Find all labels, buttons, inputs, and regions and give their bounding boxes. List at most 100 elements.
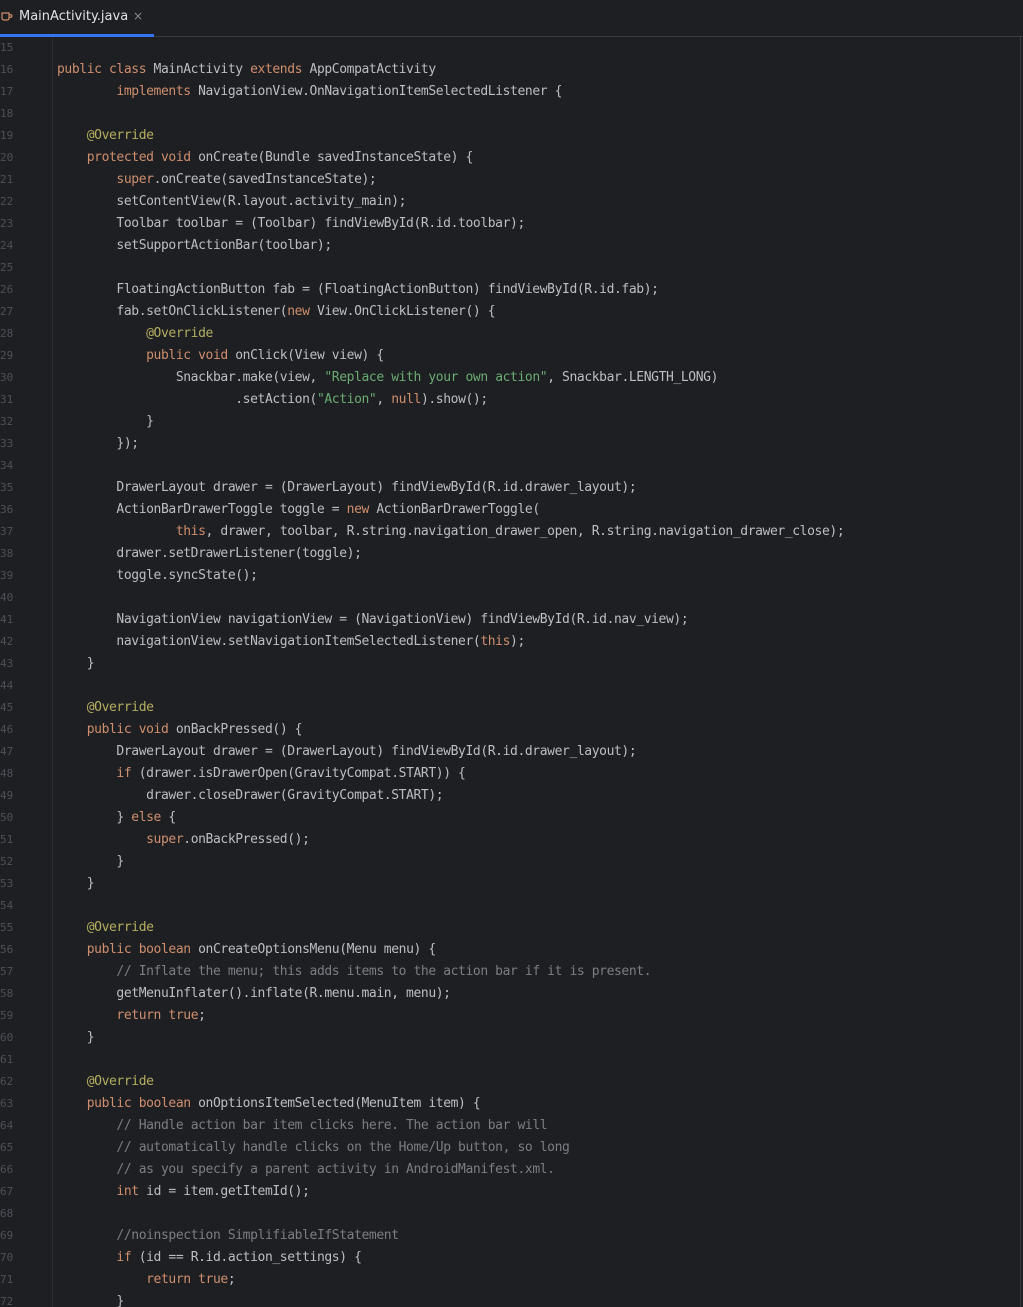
code-token: toggle.syncState(); (57, 568, 258, 583)
editor-tab-bar: MainActivity.java × (0, 0, 1023, 37)
java-coffee-cup-icon (1, 12, 13, 21)
code-token: if (116, 1250, 139, 1265)
code-line[interactable]: 48 if (drawer.isDrawerOpen(GravityCompat… (0, 763, 1019, 785)
code-token: , Snackbar.LENGTH_LONG) (547, 370, 719, 385)
code-line[interactable]: 54 (0, 895, 1019, 917)
code-line[interactable]: 25 (0, 257, 1019, 279)
close-icon[interactable]: × (132, 9, 144, 23)
code-line[interactable]: 33 }); (0, 433, 1019, 455)
code-line[interactable]: 24 setSupportActionBar(toolbar); (0, 235, 1019, 257)
code-token: getMenuInflater().inflate(R.menu.main, m… (57, 986, 451, 1001)
line-number: 34 (0, 459, 14, 472)
code-token: DrawerLayout drawer = (DrawerLayout) fin… (57, 744, 637, 759)
code-token: @Override (86, 700, 154, 715)
code-line[interactable]: 63 public boolean onOptionsItemSelected(… (0, 1093, 1019, 1115)
code-line[interactable]: 69 //noinspection SimplifiableIfStatemen… (0, 1225, 1019, 1247)
code-token: ; (227, 1272, 236, 1287)
code-line[interactable]: 51 super.onBackPressed(); (0, 829, 1019, 851)
line-number: 22 (0, 195, 14, 208)
code-token: super (146, 832, 184, 847)
code-line[interactable]: 67 int id = item.getItemId(); (0, 1181, 1019, 1203)
code-token: ).show(); (420, 392, 488, 407)
code-line[interactable]: 43 } (0, 653, 1019, 675)
code-text: } (57, 653, 95, 675)
code-line[interactable]: 61 (0, 1049, 1019, 1071)
code-line[interactable]: 56 public boolean onCreateOptionsMenu(Me… (0, 939, 1019, 961)
code-line[interactable]: 41 NavigationView navigationView = (Navi… (0, 609, 1019, 631)
code-token: public void (86, 722, 176, 737)
code-line[interactable]: 31 .setAction("Action", null).show(); (0, 389, 1019, 411)
code-line[interactable]: 34 (0, 455, 1019, 477)
code-line[interactable]: 38 drawer.setDrawerListener(toggle); (0, 543, 1019, 565)
code-line[interactable]: 70 if (id == R.id.action_settings) { (0, 1247, 1019, 1269)
code-text: drawer.setDrawerListener(toggle); (57, 543, 361, 565)
code-text: public class MainActivity extends AppCom… (57, 59, 436, 81)
code-token: @Override (86, 920, 154, 935)
code-line[interactable]: 15 (0, 37, 1019, 59)
code-line[interactable]: 64 // Handle action bar item clicks here… (0, 1115, 1019, 1137)
code-line[interactable]: 17 implements NavigationView.OnNavigatio… (0, 81, 1019, 103)
code-text: public void onBackPressed() { (57, 719, 303, 741)
code-token: onCreateOptionsMenu(Menu menu) { (198, 942, 436, 957)
code-token: //noinspection SimplifiableIfStatement (116, 1228, 399, 1243)
code-line[interactable]: 42 navigationView.setNavigationItemSelec… (0, 631, 1019, 653)
code-line[interactable]: 60 } (0, 1027, 1019, 1049)
code-line[interactable]: 35 DrawerLayout drawer = (DrawerLayout) … (0, 477, 1019, 499)
tab-main-activity-java[interactable]: MainActivity.java × (0, 0, 154, 37)
code-token: ; (198, 1008, 206, 1023)
code-line[interactable]: 36 ActionBarDrawerToggle toggle = new Ac… (0, 499, 1019, 521)
code-text: @Override (57, 323, 213, 345)
code-line[interactable]: 26 FloatingActionButton fab = (FloatingA… (0, 279, 1019, 301)
code-line[interactable]: 58 getMenuInflater().inflate(R.menu.main… (0, 983, 1019, 1005)
line-number: 53 (0, 877, 14, 890)
code-line[interactable]: 52 } (0, 851, 1019, 873)
code-line[interactable]: 46 public void onBackPressed() { (0, 719, 1019, 741)
code-line[interactable]: 22 setContentView(R.layout.activity_main… (0, 191, 1019, 213)
code-line[interactable]: 23 Toolbar toolbar = (Toolbar) findViewB… (0, 213, 1019, 235)
code-line[interactable]: 18 (0, 103, 1019, 125)
code-token: , drawer, toolbar, R.string.navigation_d… (205, 524, 845, 539)
code-editor[interactable]: 15 16 public class MainActivity extends Ap… (0, 37, 1023, 1307)
code-text: setContentView(R.layout.activity_main); (57, 191, 406, 213)
code-token: this (480, 634, 511, 649)
code-line[interactable]: 40 (0, 587, 1019, 609)
code-line[interactable]: 45 @Override (0, 697, 1019, 719)
code-line[interactable]: 50 } else { (0, 807, 1019, 829)
code-line[interactable]: 16 public class MainActivity extends AppC… (0, 59, 1019, 81)
code-line[interactable]: 62 @Override (0, 1071, 1019, 1093)
code-line[interactable]: 71 return true; (0, 1269, 1019, 1291)
code-token: "Action" (316, 392, 377, 407)
code-line[interactable]: 65 // automatically handle clicks on the… (0, 1137, 1019, 1159)
code-line[interactable]: 30 Snackbar.make(view, "Replace with you… (0, 367, 1019, 389)
code-line[interactable]: 72 } (0, 1291, 1019, 1307)
code-line[interactable]: 32 } (0, 411, 1019, 433)
line-number: 59 (0, 1009, 14, 1022)
code-line[interactable]: 59 return true; (0, 1005, 1019, 1027)
code-token: onBackPressed() { (175, 722, 303, 737)
code-line[interactable]: 49 drawer.closeDrawer(GravityCompat.STAR… (0, 785, 1019, 807)
code-text: public void onClick(View view) { (57, 345, 384, 367)
code-line[interactable]: 68 (0, 1203, 1019, 1225)
code-line[interactable]: 20 protected void onCreate(Bundle savedI… (0, 147, 1019, 169)
code-token: public boolean (86, 942, 199, 957)
code-line[interactable]: 27 fab.setOnClickListener(new View.OnCli… (0, 301, 1019, 323)
code-line[interactable]: 66 // as you specify a parent activity i… (0, 1159, 1019, 1181)
code-line[interactable]: 47 DrawerLayout drawer = (DrawerLayout) … (0, 741, 1019, 763)
code-line[interactable]: 29 public void onClick(View view) { (0, 345, 1019, 367)
code-token: id = item.getItemId(); (146, 1184, 310, 1199)
code-line[interactable]: 21 super.onCreate(savedInstanceState); (0, 169, 1019, 191)
code-line[interactable]: 55 @Override (0, 917, 1019, 939)
code-line[interactable]: 28 @Override (0, 323, 1019, 345)
code-line[interactable]: 57 // Inflate the menu; this adds items … (0, 961, 1019, 983)
code-line[interactable]: 39 toggle.syncState(); (0, 565, 1019, 587)
code-line[interactable]: 44 (0, 675, 1019, 697)
code-line[interactable]: 37 this, drawer, toolbar, R.string.navig… (0, 521, 1019, 543)
code-line[interactable]: 53 } (0, 873, 1019, 895)
line-number: 70 (0, 1251, 14, 1264)
code-line[interactable]: 19 @Override (0, 125, 1019, 147)
line-number: 39 (0, 569, 14, 582)
